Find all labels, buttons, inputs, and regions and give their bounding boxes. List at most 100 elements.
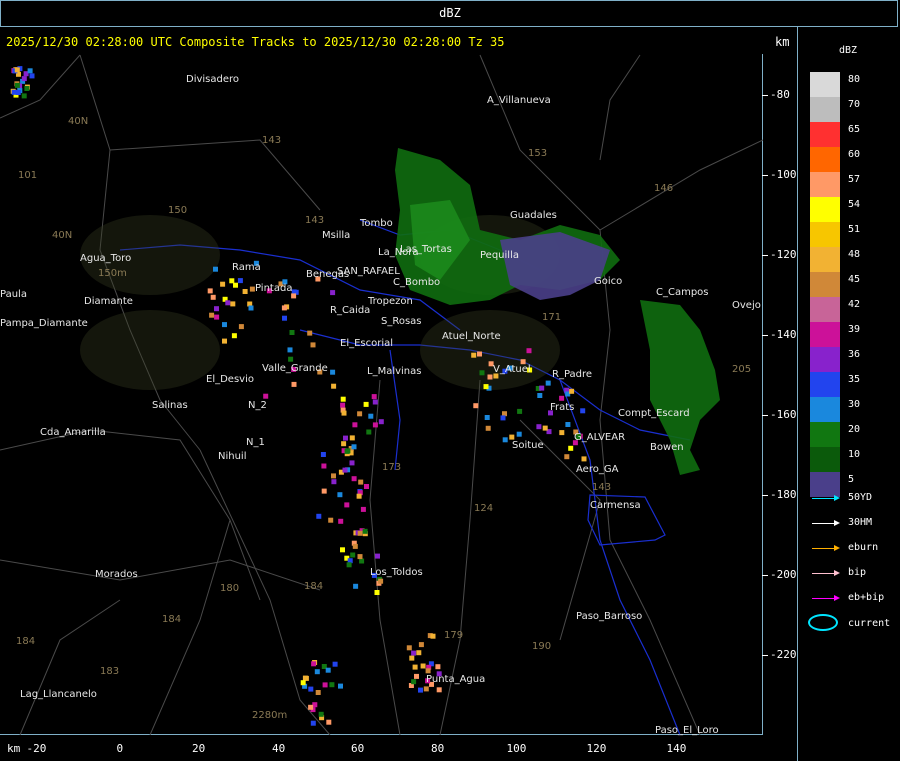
echo-cell bbox=[27, 68, 33, 74]
echo-cell bbox=[222, 338, 227, 344]
place-label: Punta_Agua bbox=[426, 674, 486, 685]
road-label: 40N bbox=[68, 116, 89, 127]
x-tick-label: 20 bbox=[192, 742, 206, 755]
echo-cell bbox=[485, 425, 491, 431]
place-label: Msilla bbox=[322, 230, 351, 241]
legend-swatch bbox=[810, 97, 840, 122]
boundary-line bbox=[149, 519, 231, 735]
legend-swatch bbox=[810, 397, 840, 422]
place-label: R_Padre bbox=[552, 369, 593, 380]
place-label: Bowen bbox=[650, 442, 684, 453]
echo-cell bbox=[322, 682, 328, 688]
boundary-line bbox=[0, 54, 81, 119]
place-label: C_Bombo bbox=[393, 277, 441, 288]
echo-cell bbox=[362, 528, 368, 534]
place-label: Salinas bbox=[152, 400, 188, 411]
place-label: Carmensa bbox=[590, 500, 641, 511]
road-label: 184 bbox=[162, 614, 182, 625]
legend-swatch-label: 54 bbox=[848, 199, 861, 210]
legend-swatch-label: 39 bbox=[848, 324, 861, 335]
echo-cell bbox=[542, 425, 548, 431]
legend-swatch bbox=[810, 297, 840, 322]
road-label: 153 bbox=[528, 148, 548, 159]
x-tick-label: 0 bbox=[116, 742, 124, 755]
echo-cell bbox=[559, 430, 565, 436]
echo-cell bbox=[331, 479, 337, 485]
track-label: bip bbox=[848, 567, 867, 578]
place-label: Pequilla bbox=[480, 250, 519, 261]
echo-cell bbox=[288, 356, 294, 362]
legend-swatch bbox=[810, 422, 840, 447]
echo-cell bbox=[412, 664, 418, 670]
echo-cell bbox=[14, 82, 20, 88]
echo-cell bbox=[308, 686, 314, 692]
echo-cell bbox=[536, 424, 542, 430]
place-label: L_Malvinas bbox=[367, 366, 422, 377]
place-label: S_Rosas bbox=[381, 316, 422, 327]
echo-cell bbox=[411, 679, 417, 685]
echo-cell bbox=[21, 76, 27, 82]
road-label: 179 bbox=[444, 630, 464, 641]
echo-cell bbox=[318, 711, 324, 717]
place-label: Goico bbox=[594, 276, 623, 287]
echo-cell bbox=[24, 86, 30, 91]
echo-cell bbox=[411, 650, 417, 656]
boundary-line bbox=[0, 559, 321, 591]
legend-swatch-label: 57 bbox=[848, 174, 861, 185]
echo-cell bbox=[14, 67, 20, 73]
place-label: C_Campos bbox=[656, 287, 709, 298]
echo-cell bbox=[328, 517, 334, 523]
echo-cell bbox=[289, 330, 295, 335]
place-label: Benegas bbox=[306, 269, 350, 280]
road-label: 40N bbox=[52, 230, 73, 241]
km-label-bottom: km bbox=[7, 742, 21, 755]
echo-cell bbox=[331, 383, 337, 389]
echo-cell bbox=[357, 554, 363, 560]
echo-cell bbox=[225, 300, 231, 306]
x-tick-label: 60 bbox=[351, 742, 365, 755]
legend-swatch bbox=[810, 197, 840, 222]
road-label: 143 bbox=[305, 215, 325, 226]
echo-cell bbox=[559, 395, 565, 401]
place-label: Divisadero bbox=[186, 74, 240, 85]
boundary-line bbox=[109, 139, 321, 211]
place-label: Las_Tortas bbox=[400, 244, 452, 255]
legend-swatch-label: 45 bbox=[848, 274, 861, 285]
place-label: Morados bbox=[95, 569, 138, 580]
road-label: 184 bbox=[16, 636, 36, 647]
road-label: 173 bbox=[382, 462, 402, 473]
echo-cell bbox=[378, 578, 384, 584]
echo-cell bbox=[325, 667, 331, 673]
x-tick-label: 120 bbox=[586, 742, 607, 755]
legend-title: dBZ bbox=[838, 45, 858, 56]
arrow-head-icon bbox=[834, 570, 840, 576]
road-label: 183 bbox=[100, 666, 120, 677]
place-label: V_Atuel bbox=[493, 364, 531, 375]
y-tick-label: -120 bbox=[762, 248, 797, 261]
echo-cell bbox=[352, 543, 358, 549]
echo-cell bbox=[487, 374, 493, 380]
echo-cell bbox=[310, 720, 316, 726]
echo-cell bbox=[477, 351, 482, 357]
legend-divider bbox=[797, 27, 798, 761]
y-tick-label: -100 bbox=[762, 168, 797, 181]
echo-cell bbox=[358, 479, 364, 485]
place-label: Paso_El_Loro bbox=[655, 725, 719, 736]
legend-swatch bbox=[810, 272, 840, 297]
echo-cell bbox=[311, 661, 317, 667]
echo-cell bbox=[484, 415, 490, 420]
road-label: 184 bbox=[304, 581, 324, 592]
echo-cell bbox=[329, 682, 335, 688]
echo-cell bbox=[352, 422, 358, 428]
place-label: Tombo bbox=[360, 218, 393, 229]
x-tick-label: 40 bbox=[272, 742, 286, 755]
echo-cell bbox=[332, 661, 338, 667]
echo-cell bbox=[423, 686, 429, 692]
place-label: Lag_Llancanelo bbox=[20, 689, 97, 700]
legend-swatch-label: 51 bbox=[848, 224, 861, 235]
echo-cell bbox=[565, 422, 571, 427]
road-label: 2280m bbox=[252, 710, 288, 721]
echo-cell bbox=[375, 553, 380, 559]
echo-cell bbox=[356, 493, 362, 499]
echo-cell bbox=[500, 415, 506, 421]
